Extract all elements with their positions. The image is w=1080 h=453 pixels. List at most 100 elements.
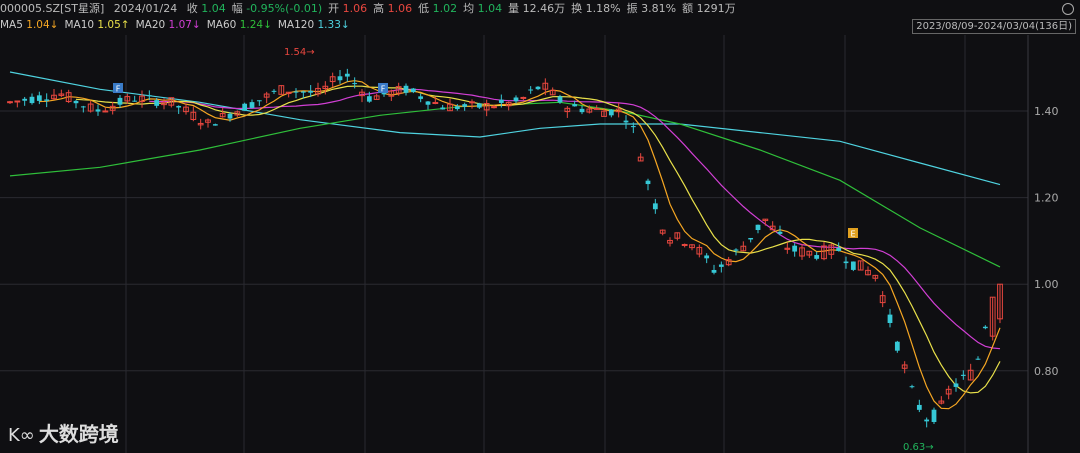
quote-item-label: 振 xyxy=(626,2,642,15)
candle-body xyxy=(227,113,233,119)
symbol-label: 000005.SZ[ST星源] xyxy=(0,2,105,15)
candle-body xyxy=(777,231,783,234)
candle-body xyxy=(916,404,922,410)
quote-item: 换 1.18% xyxy=(571,2,620,15)
quote-item: 开 1.06 xyxy=(328,2,367,15)
date-range-selector[interactable]: 2023/08/09-2024/03/04(136日) xyxy=(912,19,1076,34)
candle-body xyxy=(630,126,636,128)
quote-item-value: 1.04 xyxy=(477,2,503,15)
logo-text: 大数跨境 xyxy=(38,422,119,446)
candle-body xyxy=(7,101,13,104)
candle-body xyxy=(608,109,614,116)
quote-item: 均 1.04 xyxy=(463,2,502,15)
quote-item-label: 幅 xyxy=(231,2,247,15)
candle-body xyxy=(242,103,248,111)
event-marker-label: F xyxy=(381,85,386,94)
quote-item-value: 1291万 xyxy=(696,2,736,15)
candle-body xyxy=(95,109,101,112)
quote-item-label: 低 xyxy=(418,2,433,15)
candle-body xyxy=(22,98,28,101)
quote-item-label: 均 xyxy=(463,2,478,15)
candle-body xyxy=(344,73,350,77)
candle-body xyxy=(300,91,306,93)
candle-body xyxy=(154,100,160,106)
quote-items: 收 1.04 幅 -0.95%(-0.01) 开 1.06 高 1.06 低 1.02 均… xyxy=(187,2,742,15)
candle-body xyxy=(352,83,358,85)
quote-item-value: -0.95%(-0.01) xyxy=(246,2,323,15)
candle-body xyxy=(850,261,856,270)
candle-body xyxy=(748,237,754,240)
logo-mark: K∞ xyxy=(8,425,35,446)
candle-body xyxy=(579,108,585,113)
candle-body xyxy=(909,386,915,388)
candle-body xyxy=(176,105,182,108)
candle-body xyxy=(403,85,409,93)
settings-icon[interactable] xyxy=(1062,3,1074,15)
candle-body xyxy=(623,120,629,123)
candle-body xyxy=(718,264,724,267)
candle-body xyxy=(366,96,372,102)
candle-body xyxy=(681,243,688,246)
quote-item-label: 额 xyxy=(682,2,697,15)
candle-body xyxy=(476,103,482,108)
candle-body xyxy=(410,88,416,93)
logo: K∞ 大数跨境 xyxy=(8,418,119,447)
high-annotation: 1.54→ xyxy=(284,47,315,58)
quote-item: 额 1291万 xyxy=(682,2,736,15)
ma-legend-item: MA60 1.24↓ xyxy=(206,19,272,31)
candle-body xyxy=(953,383,959,387)
candle-body xyxy=(337,76,343,81)
candle-body xyxy=(733,249,739,251)
candle-body xyxy=(498,99,504,103)
quote-item: 高 1.06 xyxy=(373,2,412,15)
candle-body xyxy=(887,314,893,323)
quote-item: 振 3.81% xyxy=(627,2,676,15)
candle-body xyxy=(982,326,988,329)
quote-item: 收 1.04 xyxy=(187,2,226,15)
quote-item-value: 1.06 xyxy=(387,2,413,15)
candle-body xyxy=(792,245,798,252)
quote-item-value: 1.04 xyxy=(201,2,226,15)
quote-item-label: 高 xyxy=(373,2,388,15)
candle-body xyxy=(469,101,475,104)
ma-legend-item: MA10 1.05↑ xyxy=(64,19,130,31)
y-tick-label: 1.20 xyxy=(1034,192,1059,205)
candle-body xyxy=(249,102,255,108)
ma-legend-item: MA5 1.04↓ xyxy=(0,19,59,31)
candle-body xyxy=(44,99,50,101)
candle-body xyxy=(36,95,42,101)
candle-body xyxy=(418,96,424,99)
candle-body xyxy=(924,419,930,422)
quote-item: 幅 -0.95%(-0.01) xyxy=(232,2,322,15)
candle-body xyxy=(528,89,534,91)
candle-body xyxy=(975,358,981,360)
candle-body xyxy=(557,96,563,103)
candle-body xyxy=(80,106,86,108)
candle-body xyxy=(704,255,710,259)
quote-item-label: 开 xyxy=(328,2,343,15)
quote-item: 低 1.02 xyxy=(418,2,457,15)
candle-body xyxy=(836,247,842,251)
quote-header: 000005.SZ[ST星源] 2024/01/24 收 1.04 幅 -0.95… xyxy=(0,0,1080,17)
quote-item-value: 1.06 xyxy=(342,2,368,15)
candle-body xyxy=(755,224,761,231)
candle-body xyxy=(931,409,937,423)
candle-body xyxy=(572,104,578,107)
candle-body xyxy=(14,100,21,103)
quote-item-label: 收 xyxy=(186,2,202,15)
candle-body xyxy=(212,124,218,126)
candle-body xyxy=(73,100,79,104)
candlestick-chart[interactable]: 1.40 1.20 1.00 0.80 1.54→ 0.63→ F F E xyxy=(0,35,1080,453)
candle-body xyxy=(535,86,541,90)
candle-body xyxy=(960,374,966,376)
quote-item-value: 3.81% xyxy=(641,2,677,15)
candle-body xyxy=(645,180,651,185)
quote-item-label: 换 xyxy=(571,2,586,15)
ma-legend-item: MA120 1.33↓ xyxy=(277,19,350,31)
candle-body xyxy=(440,107,446,110)
candle-body xyxy=(814,255,820,259)
quote-item: 量 12.46万 xyxy=(508,2,565,15)
quote-item-label: 量 xyxy=(508,2,523,15)
quote-item-value: 1.02 xyxy=(432,2,458,15)
candle-body xyxy=(308,90,314,93)
